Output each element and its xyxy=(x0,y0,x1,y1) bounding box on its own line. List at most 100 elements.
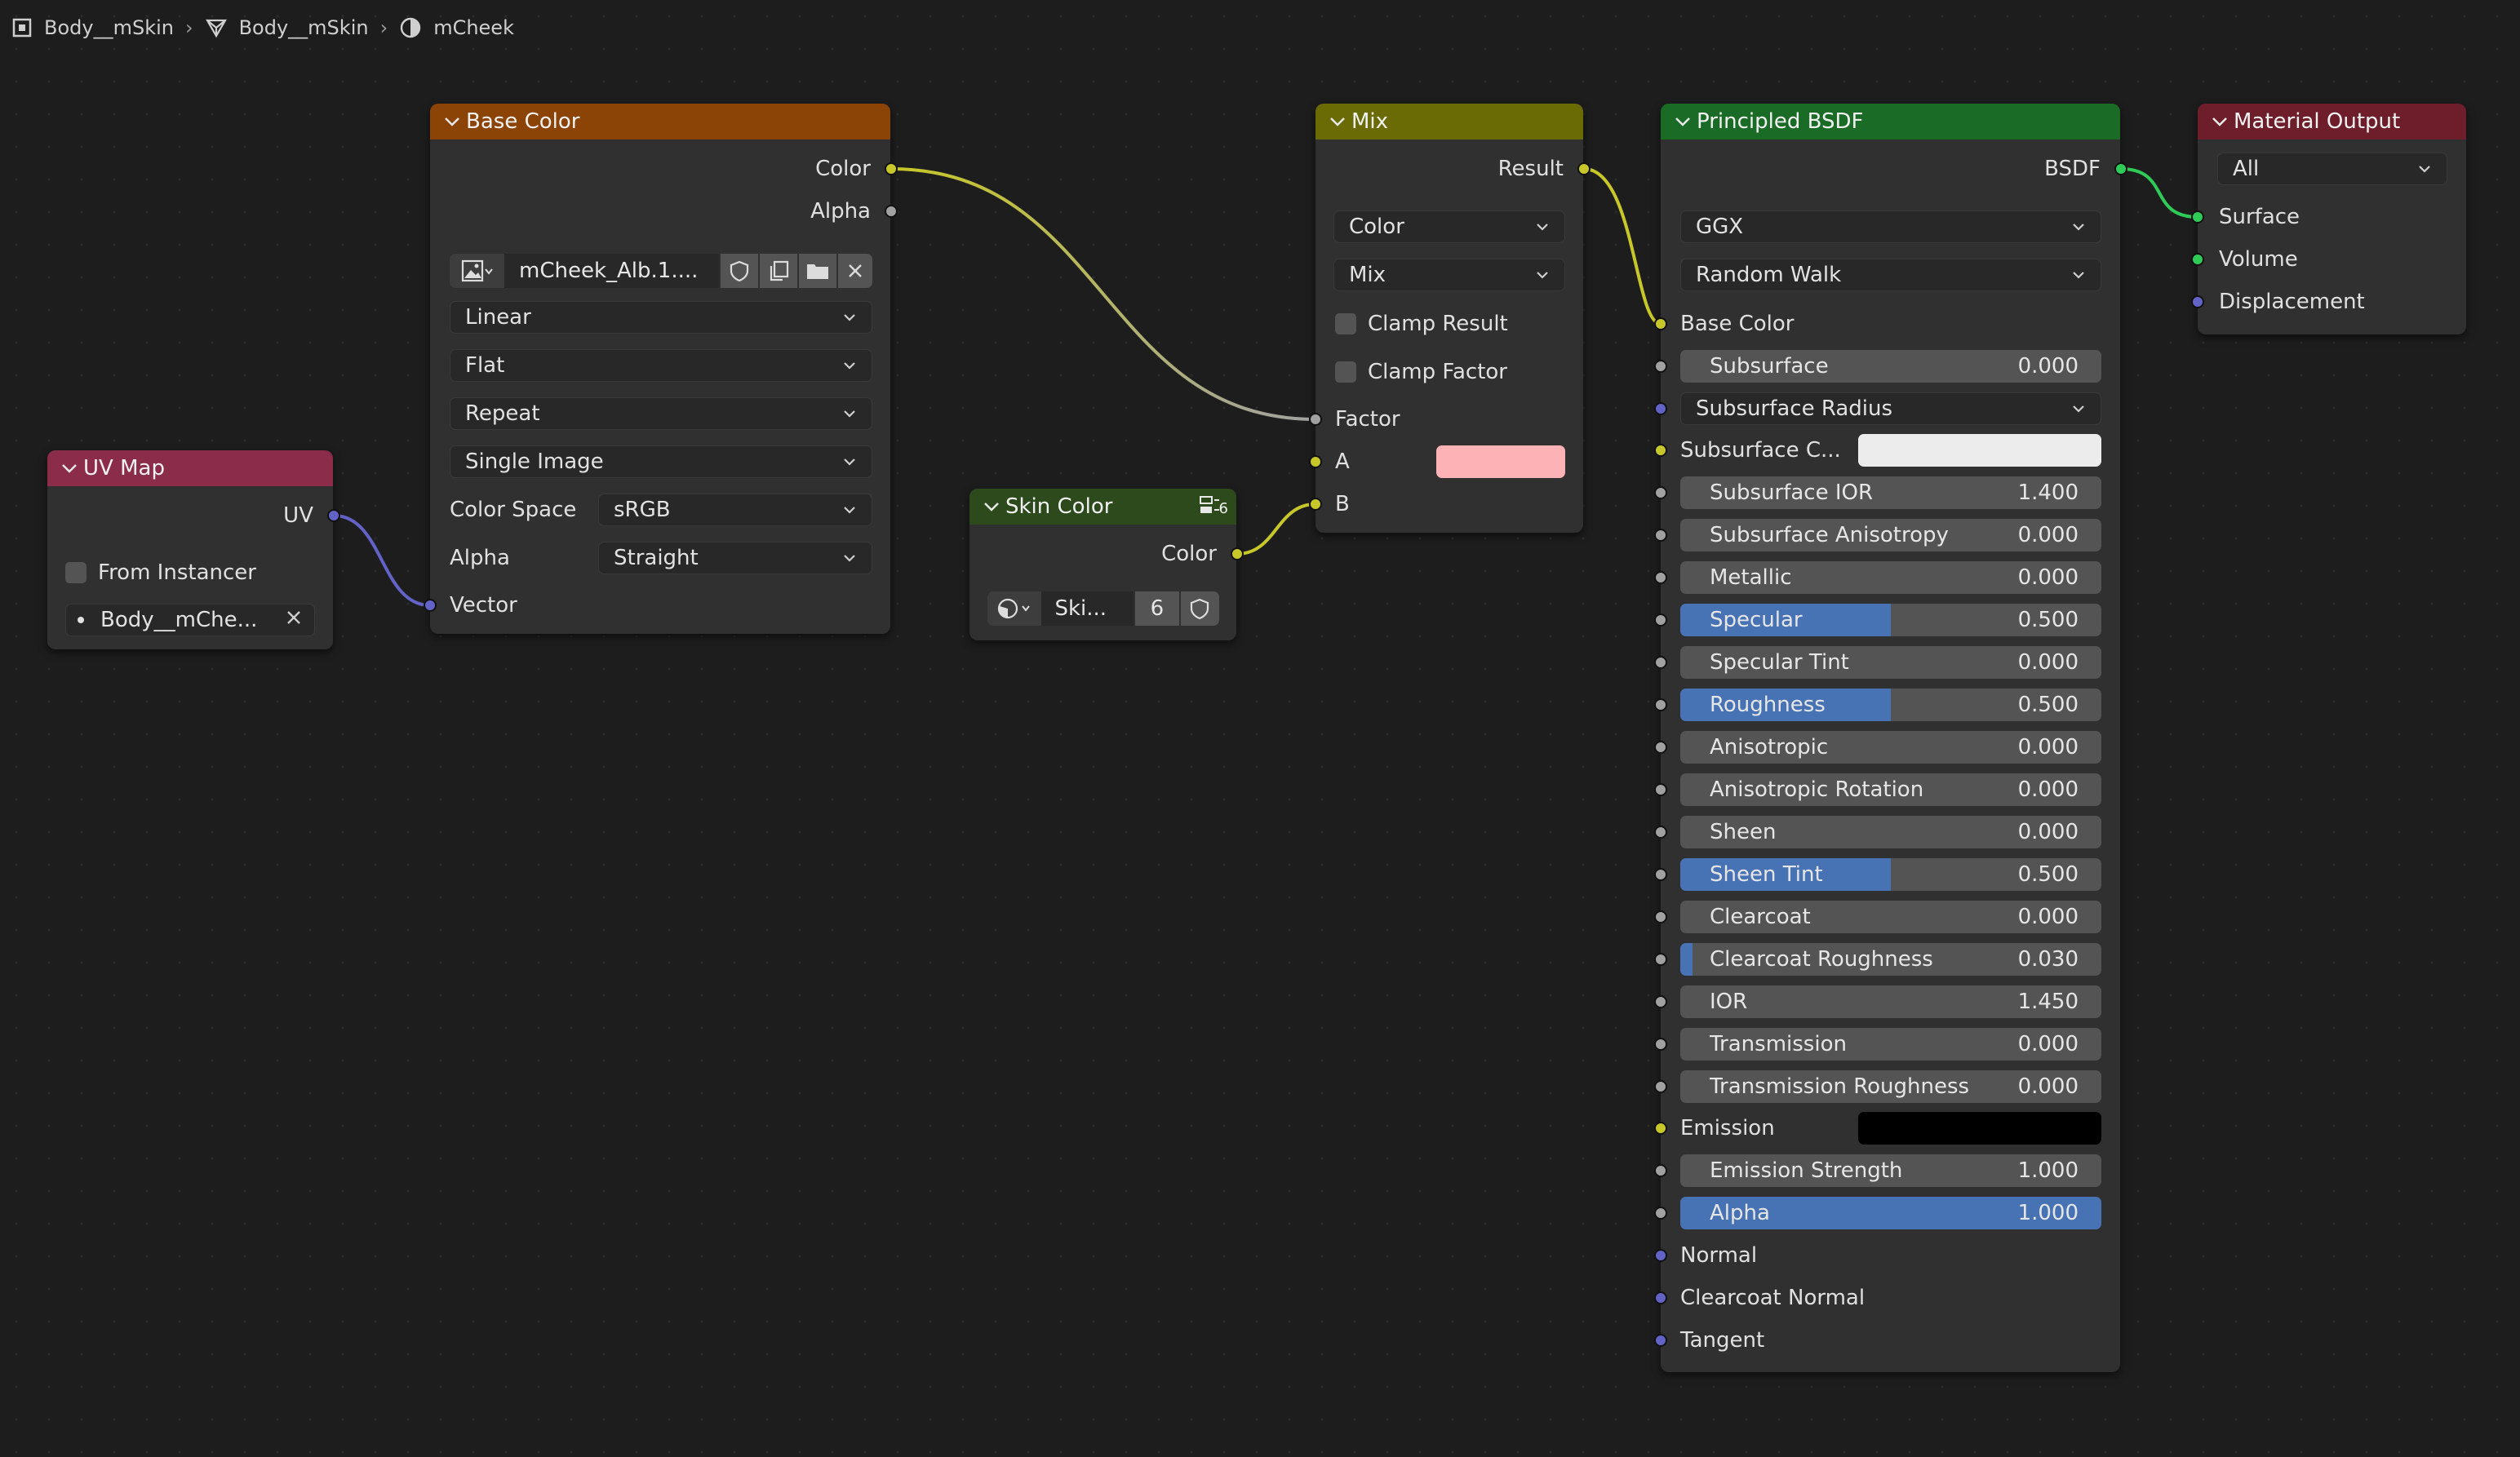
bsdf-base-color-socket[interactable] xyxy=(1654,317,1667,330)
bsdf-normal-socket[interactable] xyxy=(1654,1249,1667,1262)
group-name-field[interactable]: Ski... xyxy=(1041,591,1134,626)
uv-map-selector[interactable]: Body__mChe... xyxy=(65,604,315,636)
bsdf-alpha-socket[interactable] xyxy=(1654,1207,1667,1220)
extension-dropdown[interactable]: Repeat xyxy=(450,397,872,430)
projection-dropdown[interactable]: Flat xyxy=(450,349,872,382)
material-output-node[interactable]: Material Output All Surface Volume Displ… xyxy=(2198,104,2466,334)
subsurface-method-dropdown[interactable]: Random Walk xyxy=(1680,259,2101,291)
group-users-count[interactable]: 6 xyxy=(1135,591,1179,626)
breadcrumb-mesh[interactable]: Body__mSkin xyxy=(205,16,369,39)
bsdf-clearcoat-socket[interactable] xyxy=(1654,910,1667,923)
a-color-swatch[interactable] xyxy=(1436,445,1565,478)
field-clearcoat-roughness[interactable]: Clearcoat Roughness 0.030 xyxy=(1680,943,2101,976)
color-space-dropdown[interactable]: sRGB xyxy=(598,494,872,526)
emission-color-swatch[interactable] xyxy=(1858,1112,2101,1145)
uv-map-node-header[interactable]: UV Map xyxy=(47,450,333,486)
field-transmission[interactable]: Transmission 0.000 xyxy=(1680,1028,2101,1061)
fake-user-button[interactable] xyxy=(721,254,758,288)
bsdf-clearcoat-normal-socket[interactable] xyxy=(1654,1291,1667,1304)
surface-input-socket[interactable] xyxy=(2191,210,2204,224)
bsdf-emission-strength-socket[interactable] xyxy=(1654,1164,1667,1177)
duplicate-image-button[interactable] xyxy=(760,254,797,288)
field-subsurface-anisotropy[interactable]: Subsurface Anisotropy 0.000 xyxy=(1680,519,2101,551)
from-instancer-checkbox[interactable]: From Instancer xyxy=(65,556,256,589)
field-sheen[interactable]: Sheen 0.000 xyxy=(1680,816,2101,848)
skin-color-group-node[interactable]: Skin Color 6 Color Ski... 6 xyxy=(969,489,1236,640)
field-alpha[interactable]: Alpha 1.000 xyxy=(1680,1197,2101,1229)
bsdf-anisotropic-rotation-socket[interactable] xyxy=(1654,783,1667,796)
base-color-color-output-socket[interactable] xyxy=(885,162,898,175)
node-group-icon[interactable]: 6 xyxy=(1198,494,1228,516)
bsdf-subsurface-anisotropy-socket[interactable] xyxy=(1654,529,1667,542)
field-subsurface[interactable]: Subsurface 0.000 xyxy=(1680,350,2101,383)
field-transmission-roughness[interactable]: Transmission Roughness 0.000 xyxy=(1680,1070,2101,1103)
base-color-alpha-output-socket[interactable] xyxy=(885,205,898,218)
bsdf-ior-socket[interactable] xyxy=(1654,995,1667,1008)
uv-map-node[interactable]: UV Map UV From Instancer Body__mChe... xyxy=(47,450,333,649)
collapse-chevron-icon[interactable] xyxy=(60,463,83,474)
image-name-field[interactable]: mCheek_Alb.1.... xyxy=(504,254,720,288)
image-browse-button[interactable] xyxy=(450,254,504,288)
bsdf-output-socket[interactable] xyxy=(2114,162,2127,175)
collapse-chevron-icon[interactable] xyxy=(983,501,1005,512)
field-specular-tint[interactable]: Specular Tint 0.000 xyxy=(1680,646,2101,679)
field-clearcoat[interactable]: Clearcoat 0.000 xyxy=(1680,901,2101,933)
field-sheen-tint[interactable]: Sheen Tint 0.500 xyxy=(1680,858,2101,891)
bsdf-sheen-tint-socket[interactable] xyxy=(1654,868,1667,881)
skin-color-node-header[interactable]: Skin Color 6 xyxy=(969,489,1236,525)
field-metallic[interactable]: Metallic 0.000 xyxy=(1680,561,2101,594)
bsdf-transmission-roughness-socket[interactable] xyxy=(1654,1080,1667,1093)
field-roughness[interactable]: Roughness 0.500 xyxy=(1680,689,2101,721)
subsurface-color-swatch[interactable] xyxy=(1858,434,2101,467)
output-target-dropdown[interactable]: All xyxy=(2217,153,2447,185)
bsdf-node-header[interactable]: Principled BSDF xyxy=(1661,104,2120,140)
bsdf-clearcoat-roughness-socket[interactable] xyxy=(1654,953,1667,966)
bsdf-subsurface-radius-socket[interactable] xyxy=(1654,402,1667,415)
group-browse-button[interactable] xyxy=(987,591,1042,626)
clamp-result-checkbox[interactable]: Clamp Result xyxy=(1335,308,1508,340)
bsdf-subsurface-ior-socket[interactable] xyxy=(1654,486,1667,499)
material-output-node-header[interactable]: Material Output xyxy=(2198,104,2466,140)
displacement-input-socket[interactable] xyxy=(2191,295,2204,308)
field-anisotropic-rotation[interactable]: Anisotropic Rotation 0.000 xyxy=(1680,773,2101,806)
collapse-chevron-icon[interactable] xyxy=(1329,116,1351,127)
field-ior[interactable]: IOR 1.450 xyxy=(1680,985,2101,1018)
bsdf-transmission-socket[interactable] xyxy=(1654,1038,1667,1051)
field-specular[interactable]: Specular 0.500 xyxy=(1680,604,2101,636)
blend-mode-dropdown[interactable]: Mix xyxy=(1333,259,1565,291)
group-selector[interactable]: Ski... 6 xyxy=(987,591,1219,626)
bsdf-metallic-socket[interactable] xyxy=(1654,571,1667,584)
base-color-node-header[interactable]: Base Color xyxy=(430,104,890,140)
field-emission-strength[interactable]: Emission Strength 1.000 xyxy=(1680,1154,2101,1187)
bsdf-anisotropic-socket[interactable] xyxy=(1654,741,1667,754)
bsdf-roughness-socket[interactable] xyxy=(1654,698,1667,711)
group-fake-user-button[interactable] xyxy=(1180,591,1219,626)
mix-result-output-socket[interactable] xyxy=(1577,162,1591,175)
volume-input-socket[interactable] xyxy=(2191,253,2204,266)
open-image-button[interactable] xyxy=(798,254,836,288)
unlink-image-button[interactable] xyxy=(837,254,872,288)
principled-bsdf-node[interactable]: Principled BSDF BSDF GGX Random Walk Bas… xyxy=(1661,104,2120,1372)
mix-node[interactable]: Mix Result Color Mix Clamp Result Clamp … xyxy=(1315,104,1583,533)
bsdf-subsurface-socket[interactable] xyxy=(1654,360,1667,373)
mix-factor-input-socket[interactable] xyxy=(1309,413,1322,426)
vector-input-socket[interactable] xyxy=(424,599,437,612)
field-anisotropic[interactable]: Anisotropic 0.000 xyxy=(1680,731,2101,764)
collapse-chevron-icon[interactable] xyxy=(2211,116,2234,127)
source-dropdown[interactable]: Single Image xyxy=(450,445,872,478)
image-selector[interactable]: mCheek_Alb.1.... xyxy=(450,254,872,288)
checkbox-box[interactable] xyxy=(1335,313,1356,334)
field-subsurface-ior[interactable]: Subsurface IOR 1.400 xyxy=(1680,476,2101,509)
bsdf-tangent-socket[interactable] xyxy=(1654,1334,1667,1347)
data-type-dropdown[interactable]: Color xyxy=(1333,210,1565,243)
mix-node-header[interactable]: Mix xyxy=(1315,104,1583,140)
uv-output-socket[interactable] xyxy=(327,509,340,522)
bsdf-subsurface-color-socket[interactable] xyxy=(1654,444,1667,457)
skin-color-output-socket[interactable] xyxy=(1231,547,1244,560)
mix-b-input-socket[interactable] xyxy=(1309,498,1322,511)
interpolation-dropdown[interactable]: Linear xyxy=(450,301,872,334)
checkbox-box[interactable] xyxy=(1335,361,1356,383)
alpha-mode-dropdown[interactable]: Straight xyxy=(598,542,872,574)
clamp-factor-checkbox[interactable]: Clamp Factor xyxy=(1335,356,1507,388)
bsdf-sheen-socket[interactable] xyxy=(1654,826,1667,839)
